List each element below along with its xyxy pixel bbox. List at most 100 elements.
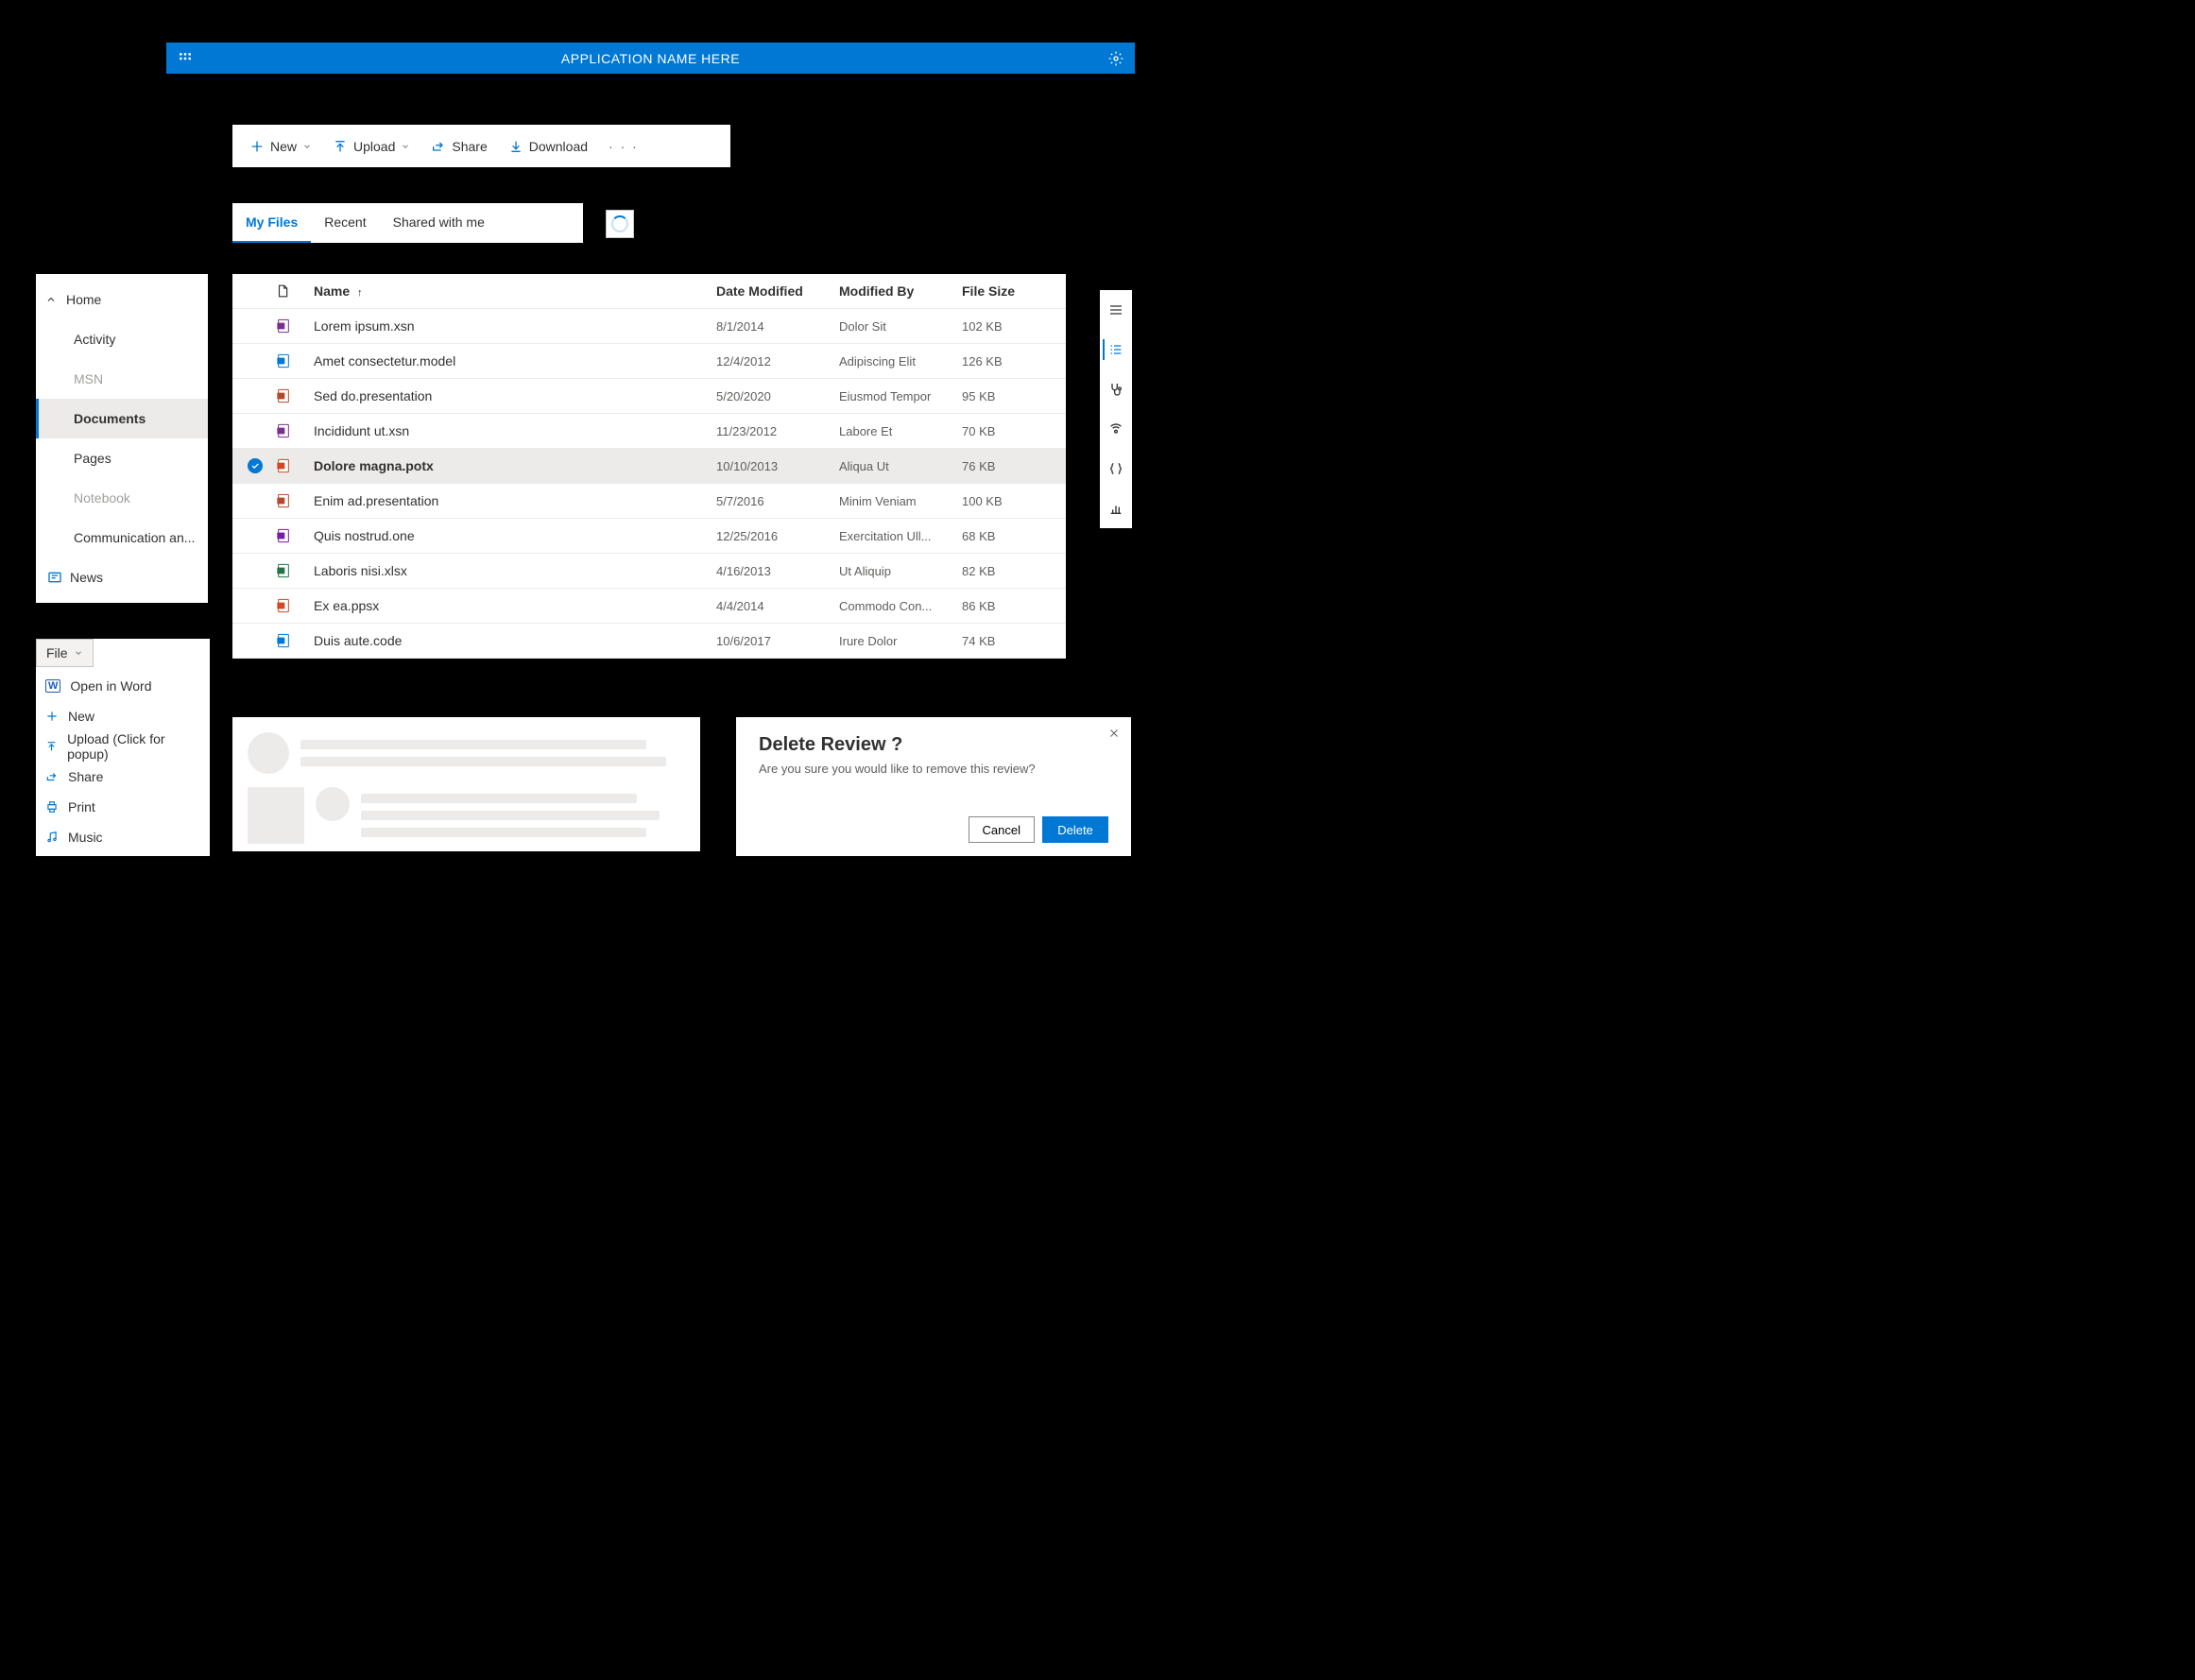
hamburger-icon[interactable] — [1106, 300, 1126, 320]
table-row[interactable]: Amet consectetur.model 12/4/2012 Adipisc… — [232, 344, 1066, 379]
dialog-title: Delete Review ? — [759, 734, 1108, 756]
list-view-icon[interactable] — [1103, 339, 1123, 360]
file-type-icon — [276, 352, 314, 369]
table-row[interactable]: Laboris nisi.xlsx 4/16/2013 Ut Aliquip 8… — [232, 554, 1066, 589]
sidebar-item-activity[interactable]: Activity — [36, 319, 208, 359]
dialog-body: Are you sure you would like to remove th… — [759, 762, 1108, 816]
file-size: 74 KB — [962, 634, 1066, 648]
waffle-icon[interactable] — [166, 51, 204, 66]
stethoscope-icon[interactable] — [1106, 379, 1126, 400]
table-row[interactable]: Ex ea.ppsx 4/4/2014 Commodo Con... 86 KB — [232, 589, 1066, 624]
shimmer-avatar — [248, 732, 289, 774]
file-menu-button[interactable]: File — [36, 639, 94, 667]
sidebar-nav: Home Activity MSN Documents Pages Notebo… — [36, 274, 208, 603]
file-date: 5/20/2020 — [716, 389, 839, 403]
file-size: 68 KB — [962, 529, 1066, 543]
share-button[interactable]: Share — [423, 125, 494, 167]
file-menu-panel: File WOpen in WordNewUpload (Click for p… — [36, 639, 210, 856]
file-date: 4/4/2014 — [716, 599, 839, 613]
delete-button[interactable]: Delete — [1042, 816, 1108, 843]
file-date: 11/23/2012 — [716, 424, 839, 438]
table-row[interactable]: Dolore magna.potx 10/10/2013 Aliqua Ut 7… — [232, 449, 1066, 484]
share-icon — [45, 770, 59, 783]
file-date: 10/6/2017 — [716, 634, 839, 648]
sidebar-label: Home — [66, 292, 101, 307]
file-type-icon — [276, 317, 314, 334]
file-size: 126 KB — [962, 354, 1066, 369]
file-date: 10/10/2013 — [716, 459, 839, 473]
sidebar-label: MSN — [74, 371, 103, 386]
menu-item-music[interactable]: Music — [36, 822, 210, 852]
tab-shared[interactable]: Shared with me — [380, 203, 498, 243]
table-row[interactable]: Quis nostrud.one 12/25/2016 Exercitation… — [232, 519, 1066, 554]
menu-item-label: Open in Word — [70, 678, 151, 694]
share-label: Share — [452, 139, 487, 154]
menu-item-share[interactable]: Share — [36, 762, 210, 792]
shimmer-placeholder — [232, 717, 700, 851]
sidebar-item-documents[interactable]: Documents — [36, 399, 208, 438]
table-row[interactable]: Enim ad.presentation 5/7/2016 Minim Veni… — [232, 484, 1066, 519]
file-name: Ex ea.ppsx — [314, 598, 716, 613]
file-type-icon — [276, 562, 314, 579]
table-row[interactable]: Incididunt ut.xsn 11/23/2012 Labore Et 7… — [232, 414, 1066, 449]
sidebar-label: Documents — [74, 411, 146, 426]
file-name: Amet consectetur.model — [314, 353, 716, 369]
music-icon — [45, 831, 59, 844]
shimmer-avatar — [316, 787, 350, 821]
table-row[interactable]: Duis aute.code 10/6/2017 Irure Dolor 74 … — [232, 624, 1066, 659]
upload-button[interactable]: Upload — [325, 125, 418, 167]
tab-my-files[interactable]: My Files — [232, 203, 311, 243]
table-row[interactable]: Sed do.presentation 5/20/2020 Eiusmod Te… — [232, 379, 1066, 414]
sidebar-label: Activity — [74, 332, 115, 347]
settings-gear-icon[interactable] — [1097, 51, 1135, 66]
upload-label: Upload — [353, 139, 395, 154]
sidebar-item-news[interactable]: News — [36, 557, 208, 597]
file-table: Name ↑ Date Modified Modified By File Si… — [232, 274, 1066, 659]
row-checkbox[interactable] — [248, 458, 276, 473]
file-name: Sed do.presentation — [314, 388, 716, 403]
file-size: 100 KB — [962, 494, 1066, 508]
file-type-icon — [276, 457, 314, 474]
sidebar-item-communication[interactable]: Communication an... — [36, 518, 208, 557]
file-date: 5/7/2016 — [716, 494, 839, 508]
sidebar-item-msn[interactable]: MSN — [36, 359, 208, 399]
column-header-size[interactable]: File Size — [962, 283, 1066, 299]
tab-recent[interactable]: Recent — [311, 203, 379, 243]
column-header-by[interactable]: Modified By — [839, 283, 962, 299]
sidebar-item-pages[interactable]: Pages — [36, 438, 208, 478]
close-icon[interactable] — [1108, 727, 1120, 742]
sidebar-item-notebook[interactable]: Notebook — [36, 478, 208, 518]
broadcast-icon[interactable] — [1106, 419, 1126, 439]
file-type-icon — [276, 387, 314, 404]
menu-item-plus[interactable]: New — [36, 701, 210, 731]
bar-chart-icon[interactable] — [1106, 498, 1126, 519]
command-bar: New Upload Share Download · · · — [232, 125, 730, 167]
download-button[interactable]: Download — [501, 125, 595, 167]
cancel-button[interactable]: Cancel — [969, 816, 1035, 843]
new-button[interactable]: New — [242, 125, 319, 167]
file-size: 82 KB — [962, 564, 1066, 578]
file-menu-label: File — [46, 645, 68, 660]
sidebar-item-home[interactable]: Home — [36, 280, 208, 319]
shimmer-thumbnail — [248, 787, 304, 844]
braces-icon[interactable] — [1106, 458, 1126, 479]
column-header-date[interactable]: Date Modified — [716, 283, 839, 299]
more-actions-button[interactable]: · · · — [601, 139, 646, 154]
chevron-down-icon — [302, 139, 312, 154]
file-type-icon — [276, 632, 314, 649]
menu-item-print[interactable]: Print — [36, 792, 210, 822]
file-modified-by: Aliqua Ut — [839, 459, 962, 473]
print-icon — [45, 800, 59, 814]
file-modified-by: Minim Veniam — [839, 494, 962, 508]
file-modified-by: Eiusmod Tempor — [839, 389, 962, 403]
sidebar-label: Pages — [74, 451, 111, 466]
menu-item-upload[interactable]: Upload (Click for popup) — [36, 731, 210, 762]
file-icon-header[interactable] — [276, 283, 314, 299]
file-name: Duis aute.code — [314, 633, 716, 648]
plus-icon — [45, 710, 59, 723]
menu-item-word[interactable]: WOpen in Word — [36, 671, 210, 701]
loading-spinner-icon — [611, 215, 628, 232]
table-row[interactable]: Lorem ipsum.xsn 8/1/2014 Dolor Sit 102 K… — [232, 309, 1066, 344]
column-header-name[interactable]: Name ↑ — [314, 283, 716, 299]
menu-item-label: Print — [68, 799, 95, 814]
